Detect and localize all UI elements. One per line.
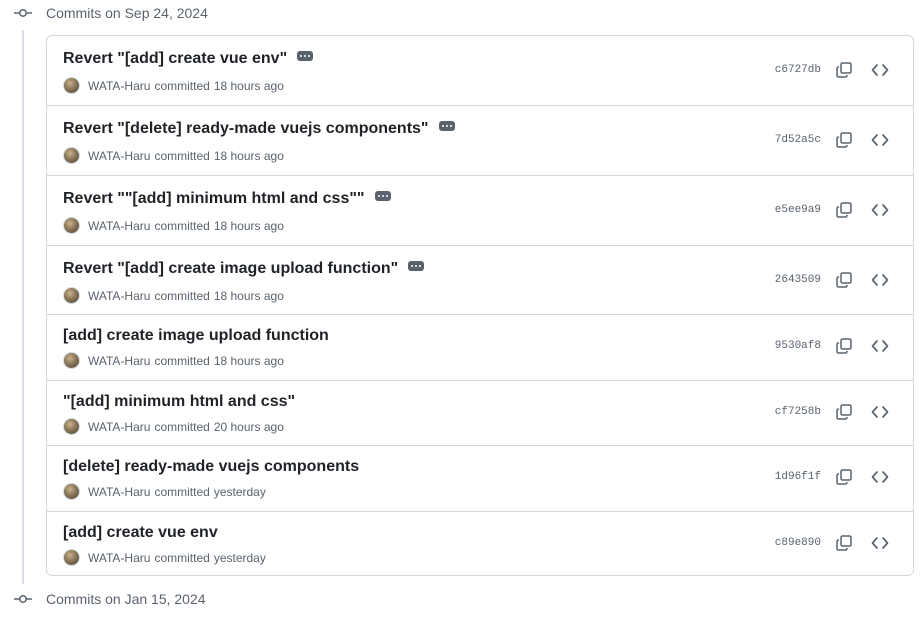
- copy-icon[interactable]: [835, 131, 853, 149]
- commit-author-link[interactable]: WATA-Haru: [88, 551, 150, 565]
- git-commit-icon: [14, 593, 32, 605]
- commit-sha-link[interactable]: 2643509: [775, 274, 821, 286]
- code-icon[interactable]: [871, 271, 889, 289]
- kebab-horizontal-icon[interactable]: [297, 51, 314, 61]
- commit-time: 18 hours ago: [213, 148, 284, 163]
- code-icon[interactable]: [871, 403, 889, 421]
- commit-time: 18 hours ago: [213, 78, 284, 93]
- avatar[interactable]: [63, 483, 80, 500]
- copy-icon[interactable]: [835, 337, 853, 355]
- commit-title-link[interactable]: [add] create image upload function: [63, 327, 329, 345]
- avatar[interactable]: [63, 147, 80, 164]
- copy-icon[interactable]: [835, 403, 853, 421]
- committed-label: committed: [154, 148, 210, 163]
- commit-group-header: Commits on Sep 24, 2024: [14, 0, 208, 26]
- commit-time: yesterday: [213, 484, 266, 499]
- commit-time: 18 hours ago: [213, 288, 284, 303]
- committed-label: committed: [154, 550, 210, 565]
- kebab-horizontal-icon[interactable]: [408, 261, 425, 271]
- commit-author-link[interactable]: WATA-Haru: [88, 420, 150, 434]
- commit-row: Revert "[delete] ready-made vuejs compon…: [47, 106, 913, 176]
- commit-sha-link[interactable]: 7d52a5c: [775, 134, 821, 146]
- committed-label: committed: [154, 288, 210, 303]
- commit-title-link[interactable]: Revert "[delete] ready-made vuejs compon…: [63, 120, 429, 138]
- code-icon[interactable]: [871, 468, 889, 486]
- copy-icon[interactable]: [835, 271, 853, 289]
- commit-author-link[interactable]: WATA-Haru: [88, 354, 150, 368]
- commit-sha-link[interactable]: c6727db: [775, 64, 821, 76]
- avatar[interactable]: [63, 287, 80, 304]
- copy-icon[interactable]: [835, 61, 853, 79]
- kebab-horizontal-icon[interactable]: [438, 121, 455, 131]
- copy-icon[interactable]: [835, 201, 853, 219]
- commit-row: [delete] ready-made vuejs components WAT…: [47, 446, 913, 512]
- code-icon[interactable]: [871, 534, 889, 552]
- commit-author-link[interactable]: WATA-Haru: [88, 79, 150, 93]
- code-icon[interactable]: [871, 201, 889, 219]
- commit-group-label: Commits on Jan 15, 2024: [46, 591, 206, 607]
- commit-row: Revert "[add] create vue env" WATA-Haru …: [47, 36, 913, 106]
- commit-group-header: Commits on Jan 15, 2024: [14, 586, 206, 612]
- code-icon[interactable]: [871, 337, 889, 355]
- commit-time: 18 hours ago: [213, 218, 284, 233]
- commit-row: "[add] minimum html and css" WATA-Haru c…: [47, 381, 913, 446]
- commit-group-label: Commits on Sep 24, 2024: [46, 5, 208, 21]
- commit-list: Revert "[add] create vue env" WATA-Haru …: [46, 35, 914, 576]
- commit-time: 20 hours ago: [213, 419, 284, 434]
- commit-row: [add] create image upload function WATA-…: [47, 315, 913, 381]
- commit-title-link[interactable]: [delete] ready-made vuejs components: [63, 458, 359, 476]
- timeline-line: [22, 30, 24, 584]
- commit-author-link[interactable]: WATA-Haru: [88, 149, 150, 163]
- commit-sha-link[interactable]: c89e890: [775, 537, 821, 549]
- git-commit-icon: [14, 7, 32, 19]
- avatar[interactable]: [63, 418, 80, 435]
- commit-sha-link[interactable]: 1d96f1f: [775, 471, 821, 483]
- commit-time: 18 hours ago: [213, 353, 284, 368]
- kebab-horizontal-icon[interactable]: [374, 191, 391, 201]
- committed-label: committed: [154, 484, 210, 499]
- commit-title-link[interactable]: Revert "[add] create image upload functi…: [63, 260, 398, 278]
- committed-label: committed: [154, 218, 210, 233]
- commit-title-link[interactable]: Revert ""[add] minimum html and css"": [63, 190, 365, 208]
- commit-sha-link[interactable]: 9530af8: [775, 340, 821, 352]
- commit-sha-link[interactable]: cf7258b: [775, 406, 821, 418]
- commit-title-link[interactable]: "[add] minimum html and css": [63, 393, 295, 411]
- copy-icon[interactable]: [835, 534, 853, 552]
- commit-author-link[interactable]: WATA-Haru: [88, 219, 150, 233]
- committed-label: committed: [154, 78, 210, 93]
- avatar[interactable]: [63, 352, 80, 369]
- code-icon[interactable]: [871, 131, 889, 149]
- copy-icon[interactable]: [835, 468, 853, 486]
- commit-sha-link[interactable]: e5ee9a9: [775, 204, 821, 216]
- commit-row: Revert "[add] create image upload functi…: [47, 246, 913, 315]
- avatar[interactable]: [63, 217, 80, 234]
- committed-label: committed: [154, 419, 210, 434]
- commit-title-link[interactable]: Revert "[add] create vue env": [63, 50, 287, 68]
- commit-time: yesterday: [213, 550, 266, 565]
- commit-row: [add] create vue env WATA-Haru committed…: [47, 512, 913, 575]
- commit-title-link[interactable]: [add] create vue env: [63, 524, 218, 542]
- commit-author-link[interactable]: WATA-Haru: [88, 485, 150, 499]
- commit-author-link[interactable]: WATA-Haru: [88, 289, 150, 303]
- avatar[interactable]: [63, 549, 80, 566]
- avatar[interactable]: [63, 77, 80, 94]
- code-icon[interactable]: [871, 61, 889, 79]
- committed-label: committed: [154, 353, 210, 368]
- commit-row: Revert ""[add] minimum html and css"" WA…: [47, 176, 913, 246]
